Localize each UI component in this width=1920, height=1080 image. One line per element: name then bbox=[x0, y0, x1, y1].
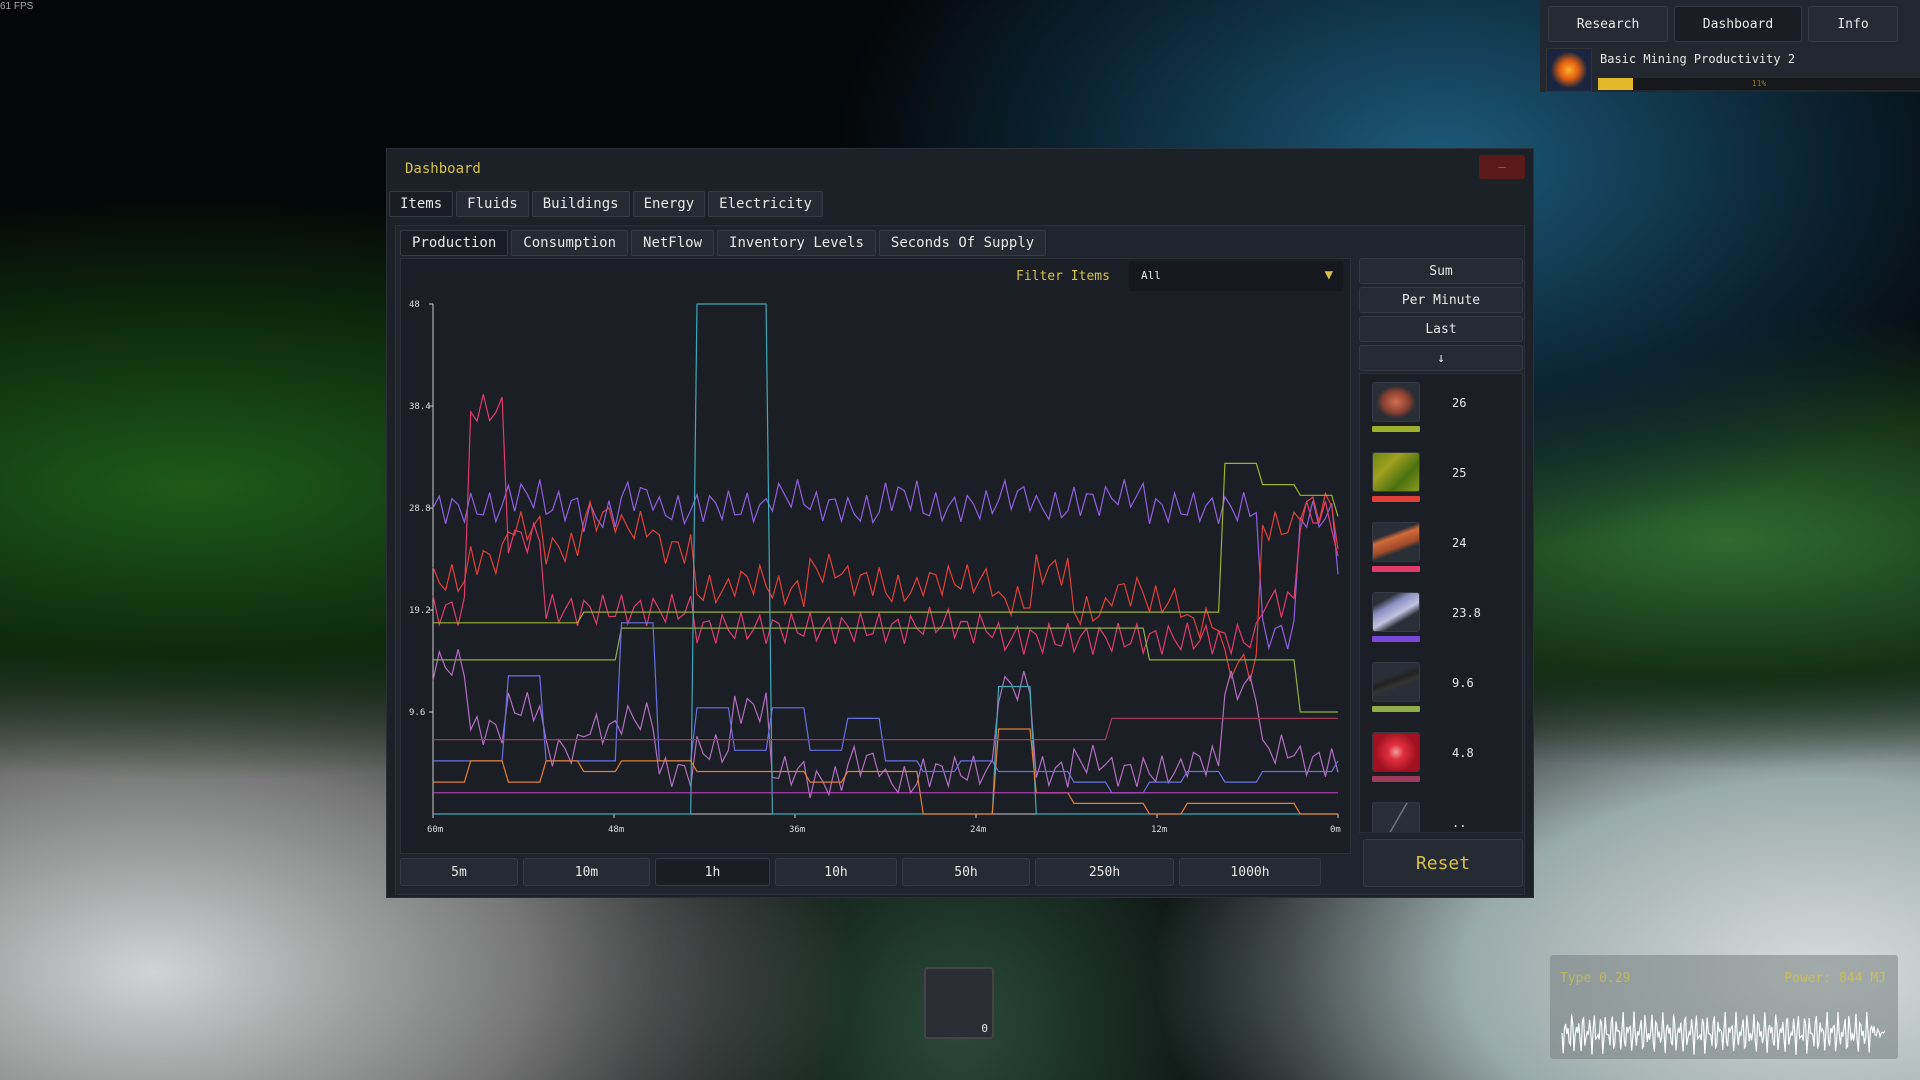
series-line-red bbox=[433, 494, 1338, 682]
research-progress-label: 11% bbox=[1598, 78, 1920, 90]
dropdown-arrow-icon: ▼ bbox=[1325, 267, 1333, 283]
tab-electricity[interactable]: Electricity bbox=[708, 191, 823, 217]
iron-bar-icon bbox=[1372, 662, 1420, 702]
y-tick-label: 38.4 bbox=[409, 402, 431, 412]
close-button[interactable]: — bbox=[1479, 155, 1525, 179]
item-color-bar bbox=[1372, 706, 1420, 712]
time-range-1h[interactable]: 1h bbox=[655, 858, 770, 886]
series-line-rose bbox=[433, 718, 1338, 739]
production-chart: 48 38.4 28.8 19.2 9.6 60m 48m 36m 24m 12m 0m bbox=[401, 259, 1352, 855]
item-color-bar bbox=[1372, 636, 1420, 642]
list-item[interactable]: 24 bbox=[1372, 522, 1522, 592]
research-progress-bar: 11% bbox=[1598, 78, 1920, 90]
item-color-bar bbox=[1372, 776, 1420, 782]
series-line-teal bbox=[433, 304, 1338, 814]
time-range-10h[interactable]: 10h bbox=[775, 858, 897, 886]
tab-info[interactable]: Info bbox=[1808, 6, 1898, 42]
list-item[interactable]: .. bbox=[1372, 802, 1522, 833]
filter-dropdown[interactable]: All ▼ bbox=[1129, 261, 1343, 291]
tab-dashboard[interactable]: Dashboard bbox=[1674, 6, 1802, 42]
y-tick-label: 48 bbox=[409, 300, 420, 310]
copper-ore-icon bbox=[1372, 382, 1420, 422]
list-item[interactable]: 25 bbox=[1372, 452, 1522, 522]
items-panel: ProductionConsumptionNetFlowInventory Le… bbox=[395, 225, 1525, 895]
red-cell-icon bbox=[1372, 732, 1420, 772]
series-line-blue bbox=[433, 623, 1338, 793]
x-tick-label: 12m bbox=[1151, 825, 1167, 835]
side-buttons: Sum Per Minute Last ↓ bbox=[1359, 258, 1523, 374]
series-line-pink bbox=[433, 394, 1338, 654]
sum-button[interactable]: Sum bbox=[1359, 258, 1523, 284]
tab-fluids[interactable]: Fluids bbox=[456, 191, 529, 217]
chart-area: Filter Items All ▼ 4838.428.819.29.660m4… bbox=[400, 258, 1351, 854]
time-range-10m[interactable]: 10m bbox=[523, 858, 650, 886]
last-button[interactable]: Last bbox=[1359, 316, 1523, 342]
x-tick-label: 36m bbox=[789, 825, 805, 835]
subtab-production[interactable]: Production bbox=[400, 230, 508, 256]
list-item[interactable]: 23.8 bbox=[1372, 592, 1522, 662]
list-item[interactable]: 26 bbox=[1372, 382, 1522, 452]
sort-down-button[interactable]: ↓ bbox=[1359, 345, 1523, 371]
list-item[interactable]: 4.8 bbox=[1372, 732, 1522, 802]
y-tick-label: 28.8 bbox=[409, 504, 431, 514]
item-value: 4.8 bbox=[1452, 746, 1474, 760]
item-color-bar bbox=[1372, 426, 1420, 432]
biomass-icon bbox=[1372, 452, 1420, 492]
series-line-lilac bbox=[433, 649, 1338, 798]
time-range-50h[interactable]: 50h bbox=[902, 858, 1030, 886]
tab-energy[interactable]: Energy bbox=[633, 191, 706, 217]
metric-tabs: ProductionConsumptionNetFlowInventory Le… bbox=[400, 230, 1046, 256]
y-tick-label: 9.6 bbox=[409, 708, 425, 718]
list-item[interactable]: 9.6 bbox=[1372, 662, 1522, 732]
rod-icon bbox=[1372, 802, 1420, 833]
filter-value: All bbox=[1141, 269, 1161, 282]
window-title: Dashboard bbox=[405, 161, 481, 177]
power-widget: Type 0.29 Power: 844 MJ bbox=[1550, 955, 1898, 1059]
x-tick-label: 0m bbox=[1330, 825, 1341, 835]
item-value: 23.8 bbox=[1452, 606, 1481, 620]
item-color-bar bbox=[1372, 496, 1420, 502]
tab-buildings[interactable]: Buildings bbox=[532, 191, 630, 217]
x-tick-label: 60m bbox=[427, 825, 443, 835]
research-name: Basic Mining Productivity 2 bbox=[1600, 52, 1795, 66]
subtab-inventory-levels[interactable]: Inventory Levels bbox=[717, 230, 876, 256]
item-value: 24 bbox=[1452, 536, 1466, 550]
item-value: 26 bbox=[1452, 396, 1466, 410]
x-tick-label: 48m bbox=[608, 825, 624, 835]
item-value: .. bbox=[1452, 816, 1466, 830]
item-list[interactable]: 26 25 24 23.8 9.6 4.8.. bbox=[1359, 373, 1523, 833]
subtab-seconds-of-supply[interactable]: Seconds Of Supply bbox=[879, 230, 1046, 256]
item-color-bar bbox=[1372, 566, 1420, 572]
time-range-5m[interactable]: 5m bbox=[400, 858, 518, 886]
tab-items[interactable]: Items bbox=[389, 191, 453, 217]
crystal-icon bbox=[1372, 592, 1420, 632]
subtab-consumption[interactable]: Consumption bbox=[511, 230, 628, 256]
per-minute-button[interactable]: Per Minute bbox=[1359, 287, 1523, 313]
copper-ingot-icon bbox=[1372, 522, 1420, 562]
time-range-1000h[interactable]: 1000h bbox=[1179, 858, 1321, 886]
time-range-250h[interactable]: 250h bbox=[1035, 858, 1174, 886]
research-cube-icon[interactable] bbox=[1546, 48, 1592, 92]
x-tick-label: 24m bbox=[970, 825, 986, 835]
category-tabs: ItemsFluidsBuildingsEnergyElectricity bbox=[389, 191, 823, 217]
dashboard-window: Dashboard — ItemsFluidsBuildingsEnergyEl… bbox=[386, 148, 1534, 898]
fps-counter: 61 FPS bbox=[0, 1, 33, 12]
hotbar-slot-count: 0 bbox=[981, 1022, 988, 1035]
power-waveform bbox=[1550, 955, 1898, 1059]
top-right-panel: Research Dashboard Info Basic Mining Pro… bbox=[1540, 0, 1920, 92]
y-tick-label: 19.2 bbox=[409, 606, 431, 616]
subtab-netflow[interactable]: NetFlow bbox=[631, 230, 714, 256]
item-value: 25 bbox=[1452, 466, 1466, 480]
tab-research[interactable]: Research bbox=[1548, 6, 1668, 42]
reset-button[interactable]: Reset bbox=[1363, 839, 1523, 887]
time-range-buttons: 5m10m1h10h50h250h1000h bbox=[400, 858, 1321, 886]
item-value: 9.6 bbox=[1452, 676, 1474, 690]
filter-label: Filter Items bbox=[1016, 269, 1110, 284]
hotbar-slot[interactable]: 0 bbox=[924, 967, 994, 1039]
